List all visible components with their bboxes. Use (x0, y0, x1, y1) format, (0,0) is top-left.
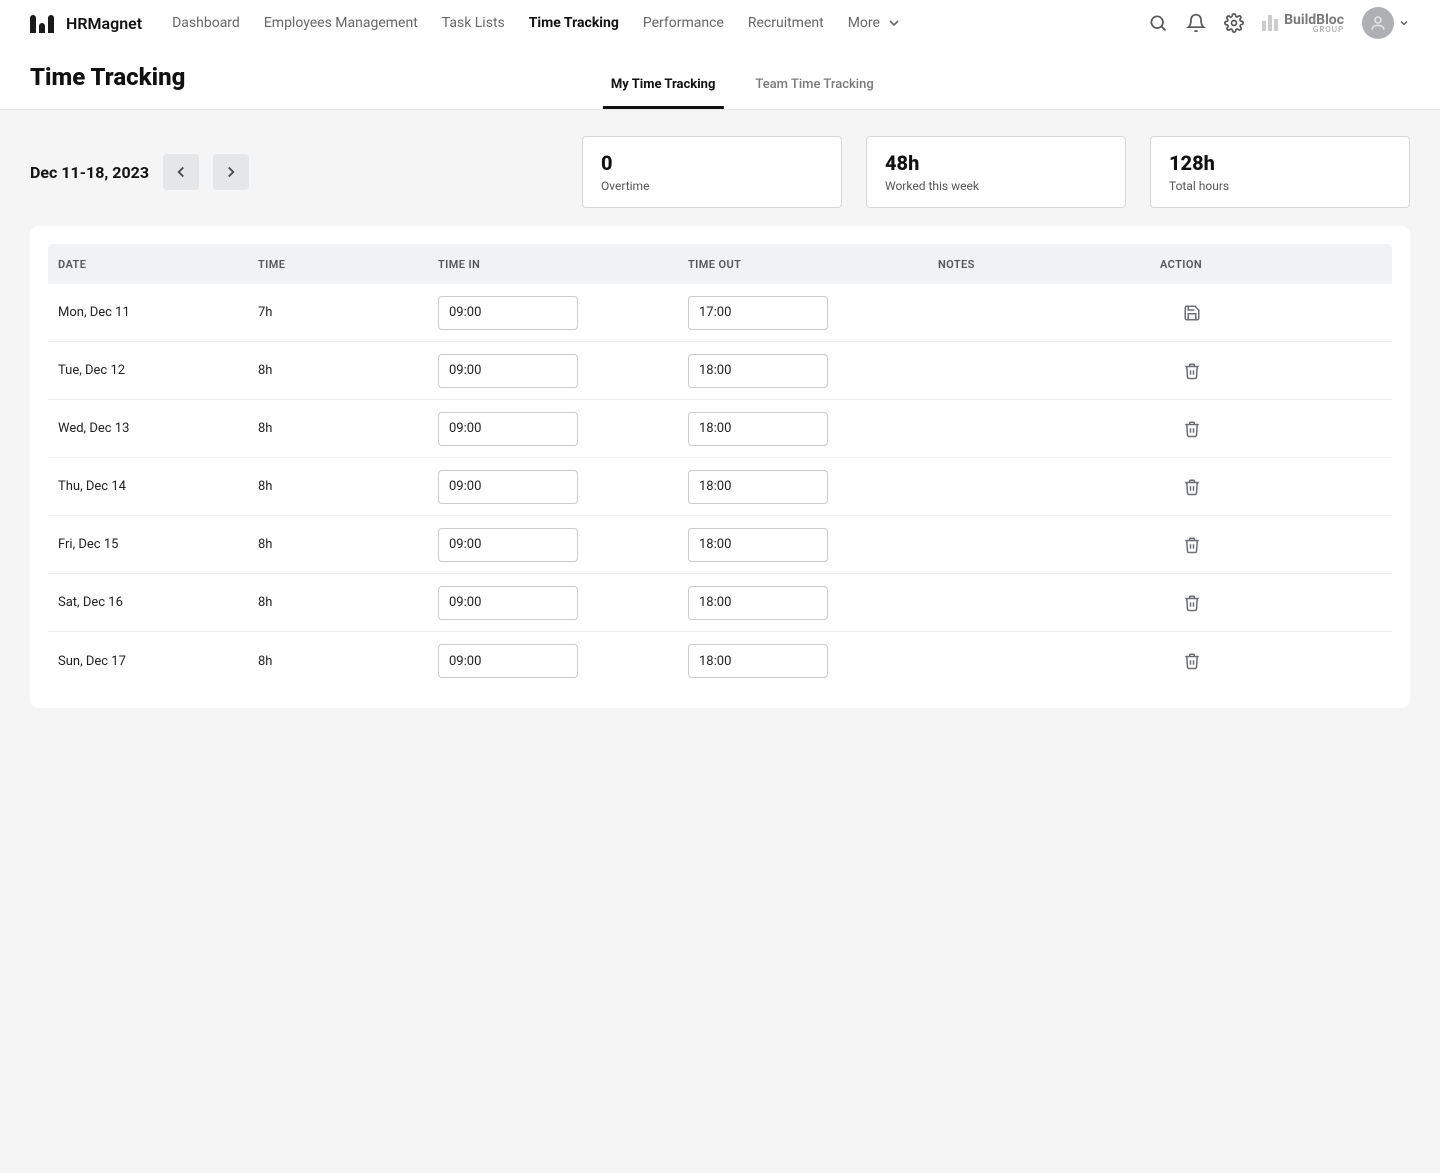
stat-value: 48h (885, 151, 1107, 175)
cell-time: 7h (258, 305, 428, 320)
cell-time: 8h (258, 421, 428, 436)
brand-name: HRMagnet (66, 14, 142, 33)
time-out-input[interactable] (688, 470, 828, 504)
trash-icon (1183, 420, 1201, 438)
cell-date: Fri, Dec 15 (58, 537, 248, 552)
stat-card-worked-this-week: 48h Worked this week (866, 136, 1126, 208)
tab-my-time-tracking[interactable]: My Time Tracking (603, 65, 724, 109)
time-in-input[interactable] (438, 528, 578, 562)
delete-row-button[interactable] (1182, 361, 1202, 381)
time-in-input[interactable] (438, 470, 578, 504)
cell-time: 8h (258, 479, 428, 494)
nav-item-employees-management[interactable]: Employees Management (264, 15, 418, 31)
table-row: Fri, Dec 15 8h (48, 516, 1392, 574)
cell-date: Sat, Dec 16 (58, 595, 248, 610)
table-row: Sat, Dec 16 8h (48, 574, 1392, 632)
time-in-input[interactable] (438, 644, 578, 678)
time-in-input[interactable] (438, 354, 578, 388)
user-menu[interactable] (1362, 7, 1410, 39)
time-in-input[interactable] (438, 586, 578, 620)
stat-card-overtime: 0 Overtime (582, 136, 842, 208)
time-out-input[interactable] (688, 644, 828, 678)
cell-date: Mon, Dec 11 (58, 305, 248, 320)
nav-item-time-tracking[interactable]: Time Tracking (529, 15, 619, 31)
cell-date: Tue, Dec 12 (58, 363, 248, 378)
nav-item-task-lists[interactable]: Task Lists (442, 15, 505, 31)
cell-time: 8h (258, 537, 428, 552)
table-row: Mon, Dec 11 7h (48, 284, 1392, 342)
company-logo-icon (1262, 15, 1278, 31)
delete-row-button[interactable] (1182, 419, 1202, 439)
gear-icon[interactable] (1224, 13, 1244, 33)
trash-icon (1183, 362, 1201, 380)
cell-date: Sun, Dec 17 (58, 654, 248, 669)
time-in-input[interactable] (438, 412, 578, 446)
cell-date: Wed, Dec 13 (58, 421, 248, 436)
time-out-input[interactable] (688, 586, 828, 620)
cell-time: 8h (258, 363, 428, 378)
chevron-left-icon (172, 163, 190, 181)
save-icon (1183, 304, 1201, 322)
chevron-right-icon (222, 163, 240, 181)
table-row: Wed, Dec 13 8h (48, 400, 1392, 458)
time-out-input[interactable] (688, 296, 828, 330)
col-header-action: ACTION (1118, 258, 1208, 271)
date-range-label: Dec 11-18, 2023 (30, 163, 149, 182)
stat-value: 0 (601, 151, 823, 175)
stat-label: Overtime (601, 179, 823, 193)
nav-item-dashboard[interactable]: Dashboard (172, 15, 240, 31)
trash-icon (1183, 594, 1201, 612)
table-row: Sun, Dec 17 8h (48, 632, 1392, 690)
col-header-timeout: TIME OUT (688, 258, 928, 271)
tab-team-time-tracking[interactable]: Team Time Tracking (747, 65, 881, 109)
trash-icon (1183, 536, 1201, 554)
chevron-down-icon (1398, 17, 1410, 29)
brand-logo-icon (30, 13, 58, 33)
table-row: Tue, Dec 12 8h (48, 342, 1392, 400)
page-title: Time Tracking (30, 63, 185, 91)
stat-value: 128h (1169, 151, 1391, 175)
company-brand: BuildBloc GROUP (1262, 13, 1344, 34)
next-week-button[interactable] (213, 154, 249, 190)
trash-icon (1183, 652, 1201, 670)
chevron-down-icon (886, 15, 902, 31)
stat-card-total-hours: 128h Total hours (1150, 136, 1410, 208)
nav-item-recruitment[interactable]: Recruitment (748, 15, 824, 31)
delete-row-button[interactable] (1182, 477, 1202, 497)
sub-tabs: My Time Tracking Team Time Tracking (603, 65, 882, 109)
col-header-notes: NOTES (938, 258, 1108, 271)
stat-label: Total hours (1169, 179, 1391, 193)
time-table: DATE TIME TIME IN TIME OUT NOTES ACTION … (30, 226, 1410, 708)
col-header-date: DATE (58, 258, 248, 271)
table-row: Thu, Dec 14 8h (48, 458, 1392, 516)
nav-item-performance[interactable]: Performance (643, 15, 724, 31)
stat-label: Worked this week (885, 179, 1107, 193)
main-nav: Dashboard Employees Management Task Lists T… (172, 15, 902, 31)
time-out-input[interactable] (688, 528, 828, 562)
brand[interactable]: HRMagnet (30, 13, 142, 33)
delete-row-button[interactable] (1182, 535, 1202, 555)
bell-icon[interactable] (1186, 13, 1206, 33)
search-icon[interactable] (1148, 13, 1168, 33)
prev-week-button[interactable] (163, 154, 199, 190)
save-row-button[interactable] (1182, 303, 1202, 323)
time-out-input[interactable] (688, 354, 828, 388)
trash-icon (1183, 478, 1201, 496)
col-header-time: TIME (258, 258, 428, 271)
nav-more-label: More (848, 15, 880, 31)
cell-time: 8h (258, 595, 428, 610)
time-out-input[interactable] (688, 412, 828, 446)
table-header: DATE TIME TIME IN TIME OUT NOTES ACTION (48, 244, 1392, 284)
cell-date: Thu, Dec 14 (58, 479, 248, 494)
delete-row-button[interactable] (1182, 593, 1202, 613)
time-in-input[interactable] (438, 296, 578, 330)
delete-row-button[interactable] (1182, 651, 1202, 671)
user-avatar-icon (1362, 7, 1394, 39)
cell-time: 8h (258, 654, 428, 669)
col-header-timein: TIME IN (438, 258, 678, 271)
nav-more[interactable]: More (848, 15, 902, 31)
